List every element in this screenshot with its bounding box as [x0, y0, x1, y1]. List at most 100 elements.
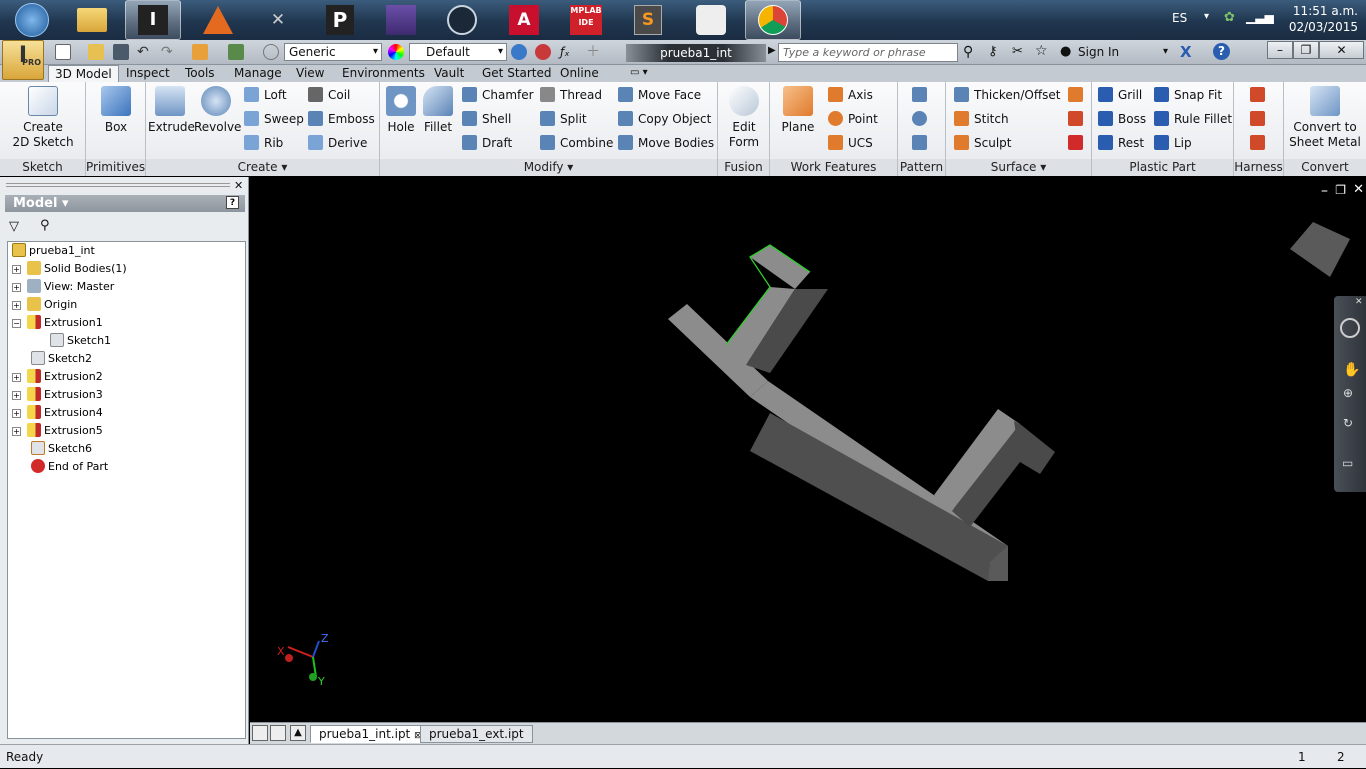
cascade-windows-icon[interactable]	[252, 725, 268, 741]
ucs-button[interactable]: UCS	[828, 134, 873, 154]
tab-view[interactable]: View	[290, 65, 330, 82]
app-stack-icon[interactable]	[373, 0, 429, 40]
expand-icon[interactable]: +	[12, 427, 21, 436]
create-2d-sketch-button[interactable]: Create 2D Sketch	[10, 86, 76, 150]
delete-face-button[interactable]	[1068, 134, 1088, 154]
group-surface-label[interactable]: Surface ▾	[946, 159, 1091, 176]
panel-close-icon[interactable]: ✕	[234, 179, 243, 192]
plane-button[interactable]: Plane	[776, 86, 820, 135]
undo-icon[interactable]: ↶	[137, 44, 153, 60]
redo-icon[interactable]: ↷	[161, 44, 177, 60]
steam-icon[interactable]	[434, 0, 490, 40]
box-button[interactable]: Box	[96, 86, 136, 135]
steering-wheel-icon[interactable]	[1340, 318, 1360, 338]
collapse-icon[interactable]: −	[12, 319, 21, 328]
fx-parameters-icon[interactable]: ƒₓ	[560, 44, 576, 60]
document-list-icon[interactable]: ▲	[290, 725, 306, 741]
app-mouse-icon[interactable]	[683, 0, 739, 40]
sculpt-button[interactable]: Sculpt	[954, 134, 1011, 154]
harness-tool-2-button[interactable]	[1250, 110, 1270, 130]
revolve-button[interactable]: Revolve	[194, 86, 241, 135]
snap-fit-button[interactable]: Snap Fit	[1154, 86, 1222, 106]
move-face-button[interactable]: Move Face	[618, 86, 701, 106]
expand-icon[interactable]: +	[12, 265, 21, 274]
return-icon[interactable]	[192, 44, 208, 60]
thread-button[interactable]: Thread	[540, 86, 602, 106]
tree-node-sketch6[interactable]: Sketch6	[31, 440, 92, 458]
edit-form-button[interactable]: Edit Form	[724, 86, 764, 150]
tab-environments[interactable]: Environments	[336, 65, 431, 82]
tree-node-view-master[interactable]: + View: Master	[12, 278, 114, 296]
tray-chevron-icon[interactable]: ▾	[1204, 11, 1209, 22]
material-dropdown[interactable]: Generic	[284, 43, 382, 61]
app-p-icon[interactable]: P	[312, 0, 368, 40]
lip-button[interactable]: Lip	[1154, 134, 1192, 154]
filter-icon[interactable]: ▽	[9, 219, 19, 234]
panel-grip[interactable]	[6, 183, 230, 187]
circular-pattern-button[interactable]	[912, 110, 932, 130]
tree-node-extrusion3[interactable]: + Extrusion3	[12, 386, 103, 404]
exchange-icon[interactable]: X	[1180, 43, 1192, 61]
dropbox-icon[interactable]: ✿	[1224, 10, 1235, 25]
tab-online[interactable]: Online	[554, 65, 605, 82]
draft-button[interactable]: Draft	[462, 134, 512, 154]
tree-node-extrusion5[interactable]: + Extrusion5	[12, 422, 103, 440]
group-create-label[interactable]: Create ▾	[146, 159, 379, 176]
sweep-button[interactable]: Sweep	[244, 110, 304, 130]
shell-button[interactable]: Shell	[462, 110, 511, 130]
adjust-icon[interactable]	[511, 44, 527, 60]
hole-button[interactable]: Hole	[384, 86, 418, 135]
tree-node-extrusion4[interactable]: + Extrusion4	[12, 404, 103, 422]
split-button[interactable]: Split	[540, 110, 587, 130]
select-icon[interactable]	[228, 44, 244, 60]
grill-button[interactable]: Grill	[1098, 86, 1142, 106]
derive-button[interactable]: Derive	[308, 134, 367, 154]
appearance-dropdown[interactable]: Default	[409, 43, 507, 61]
favorites-star-icon[interactable]: ☆	[1035, 43, 1048, 59]
key-icon[interactable]: ⚷	[988, 44, 998, 59]
copy-object-button[interactable]: Copy Object	[618, 110, 711, 130]
tab-tools[interactable]: Tools	[179, 65, 221, 82]
move-bodies-button[interactable]: Move Bodies	[618, 134, 714, 154]
harness-tool-1-button[interactable]	[1250, 86, 1270, 106]
mplab-ide-icon[interactable]: MPLAB IDE	[558, 0, 614, 40]
part-model[interactable]	[668, 244, 1055, 581]
extrude-button[interactable]: Extrude	[148, 86, 195, 135]
stitch-button[interactable]: Stitch	[954, 110, 1009, 130]
rest-button[interactable]: Rest	[1098, 134, 1144, 154]
model-canvas[interactable]: X Z Y	[250, 177, 1366, 722]
doc-tab-prueba1-ext[interactable]: prueba1_ext.ipt	[420, 725, 533, 743]
binoculars-icon[interactable]: ⚲	[963, 44, 973, 60]
search-input[interactable]: Type a keyword or phrase	[778, 43, 958, 62]
viewport-close-icon[interactable]: ✕	[1353, 182, 1364, 197]
pan-icon[interactable]: ✋	[1343, 362, 1360, 378]
chrome-icon[interactable]	[745, 0, 801, 40]
sublime-text-icon[interactable]: S	[620, 0, 676, 40]
tab-inspect[interactable]: Inspect	[120, 65, 176, 82]
app-x-icon[interactable]: ✕	[250, 0, 306, 40]
clear-appearance-icon[interactable]	[535, 44, 551, 60]
thicken-offset-button[interactable]: Thicken/Offset	[954, 86, 1060, 106]
application-menu-button[interactable]: I PRO	[2, 40, 44, 80]
tree-node-extrusion2[interactable]: + Extrusion2	[12, 368, 103, 386]
close-button[interactable]: ✕	[1319, 41, 1364, 59]
coil-button[interactable]: Coil	[308, 86, 350, 106]
restore-button[interactable]: ❐	[1293, 41, 1319, 59]
tree-node-sketch1[interactable]: Sketch1	[50, 332, 111, 350]
expand-icon[interactable]: +	[12, 373, 21, 382]
sign-in-button[interactable]: Sign In	[1078, 45, 1119, 59]
save-icon[interactable]	[113, 44, 129, 60]
file-explorer-icon[interactable]	[64, 0, 120, 40]
zoom-icon[interactable]: ⊕	[1343, 386, 1353, 400]
expand-icon[interactable]: +	[12, 391, 21, 400]
tree-node-extrusion1[interactable]: − Extrusion1	[12, 314, 103, 332]
look-at-icon[interactable]: ▭	[1342, 456, 1353, 470]
boss-button[interactable]: Boss	[1098, 110, 1146, 130]
update-icon[interactable]	[263, 44, 279, 60]
autocad-icon[interactable]: A	[496, 0, 552, 40]
model-browser-header[interactable]: Model ▾ ?	[5, 195, 245, 212]
trim-button[interactable]	[1068, 110, 1088, 130]
loft-button[interactable]: Loft	[244, 86, 287, 106]
tree-node-solid-bodies[interactable]: + Solid Bodies(1)	[12, 260, 127, 278]
rectangular-pattern-button[interactable]	[912, 86, 932, 106]
